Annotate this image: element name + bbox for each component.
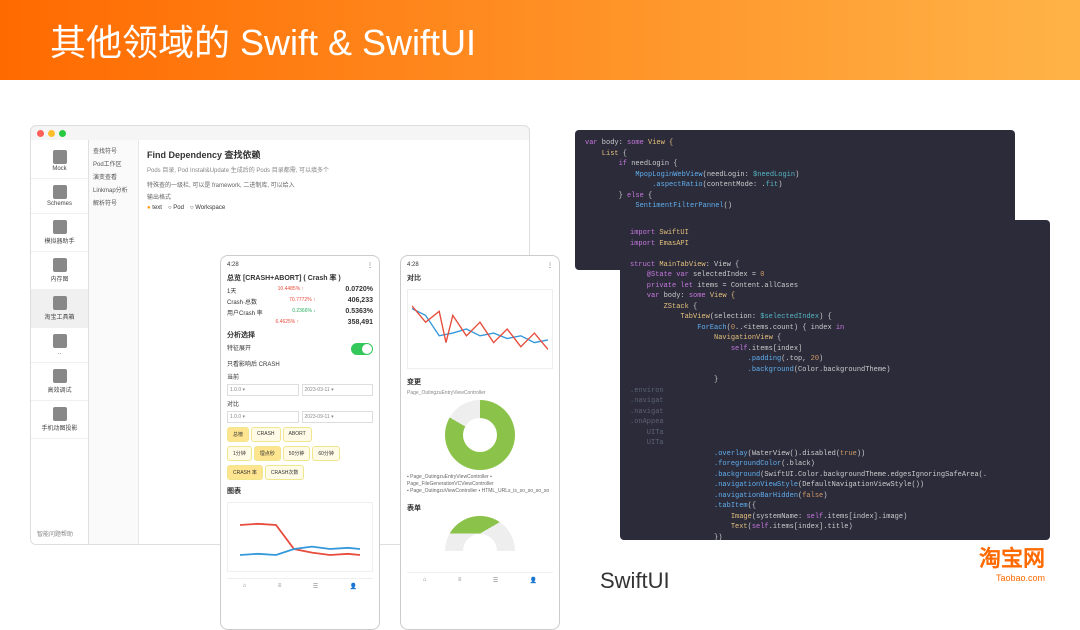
tab-icon[interactable]: ⌂ [423,577,427,584]
slide-title: 其他领域的 Swift & SwiftUI [50,14,476,66]
radio-option[interactable]: text [147,205,162,211]
stat-row: 用户Crash 率0.2366% ↓0.5363% [227,308,373,317]
toggle-switch[interactable] [351,343,373,355]
doc-label: 输出格式 [147,192,521,201]
filter-button[interactable]: 埋点秒 [254,446,281,461]
chart-title: 表单 [407,503,553,513]
doc-title: Find Dependency 查找依赖 [147,148,521,161]
filter-button[interactable]: 60分钟 [312,446,340,461]
chart-subtitle: Page_OutingzuEntryViewController [407,390,553,396]
donut-chart [445,400,515,470]
section-title: 分析选择 [227,330,373,340]
card-title: 总览 [CRASH+ABORT] ( Crash 率 ) [227,273,373,283]
wifi-icon: ⋮ [547,262,553,269]
submenu-item[interactable]: 演变查看 [93,170,134,183]
tab-icon[interactable]: ≡ [278,583,282,590]
toggle-row: 特征展开 [227,343,373,355]
doc-subtitle: Pods 目录, Pod Install&Update 生成后的 Pods 目录… [147,165,521,174]
sidebar-item[interactable]: 模拟器助手 [31,214,88,252]
status-bar: 4:28⋮ [227,262,373,269]
tab-bar: ⌂ ≡ ☰ 👤 [227,578,373,590]
sidebar-item[interactable]: 内存图 [31,252,88,290]
blur-icon [53,334,67,348]
sidebar-item[interactable]: Mock [31,144,88,179]
legend-list: ▪ Page_OutingzuEntryViewController ▪ Pag… [407,474,553,495]
brand-en: Taobao.com [979,573,1045,583]
sidebar-footer[interactable]: 智能问题帮助 [31,523,88,544]
mirror-icon [53,407,67,421]
code-editor-2: import SwiftUI import EmasAPI struct Mai… [620,220,1050,540]
radio-option[interactable]: Workspace [190,205,225,211]
filter-button[interactable]: 50分钟 [283,446,311,461]
stats-list: 1天10.4485% ↑0.0720% Crash·总数70.7772% ↑40… [227,286,373,326]
chart-title: 变更 [407,377,553,387]
select-box[interactable]: 1.0.0 ▾ [227,384,299,396]
submenu-item[interactable]: 查找符号 [93,144,134,157]
sidebar-item[interactable]: Schemes [31,179,88,214]
arc-chart [407,516,553,566]
simulator-icon [53,220,67,234]
slide-header: 其他领域的 Swift & SwiftUI [0,0,1080,80]
caption: SwiftUI [600,568,670,594]
mock-icon [53,150,67,164]
tab-icon[interactable]: ☰ [313,583,318,590]
debug-icon [53,369,67,383]
sidebar-item[interactable]: 高效调试 [31,363,88,401]
tab-icon[interactable]: 👤 [350,583,357,590]
minimize-icon[interactable] [48,130,55,137]
label: 当前 [227,372,373,381]
tab-bar: ⌂ ≡ ☰ 👤 [407,572,553,584]
phone-mockup-2: 4:28⋮ 对比 变更 Page_OutingzuEntryViewContro… [400,255,560,630]
brand-logo: 淘宝网 Taobao.com [979,541,1045,583]
filter-button[interactable]: 总榜 [227,427,249,442]
slide-content: Mock Schemes 模拟器助手 内存图 淘宝工具箱 .. 高效调试 手机动… [0,80,1080,608]
sidebar-item[interactable]: .. [31,328,88,363]
filter-button[interactable]: CRASH 率 [227,465,263,480]
sidebar-item[interactable]: 手机动图投影 [31,401,88,439]
tab-icon[interactable]: ≡ [458,577,462,584]
chart-title: 对比 [407,273,553,283]
status-bar: 4:28⋮ [407,262,553,269]
button-group: 总榜 CRASH ABORT [227,427,373,442]
tab-icon[interactable]: ⌂ [243,583,247,590]
radio-option[interactable]: Pod [168,205,184,211]
stat-row: Crash·总数70.7772% ↑406,233 [227,297,373,306]
chart-title: 图表 [227,486,373,496]
select-box[interactable]: 2023-09-11 ▾ [302,411,374,423]
toolbox-icon [53,296,67,310]
scatter-chart [407,289,553,369]
memory-icon [53,258,67,272]
zoom-icon[interactable] [59,130,66,137]
line-chart [227,502,373,572]
submenu: 查找符号 Pod工作区 演变查看 Linkmap分析 解析符号 [89,140,139,544]
label: 对比 [227,399,373,408]
phone-mockup-1: 4:28⋮ 总览 [CRASH+ABORT] ( Crash 率 ) 1天10.… [220,255,380,630]
radio-group: text Pod Workspace [147,205,521,211]
submenu-item[interactable]: Linkmap分析 [93,183,134,196]
section-title: 只看影响后 CRASH [227,359,373,368]
sidebar-item[interactable]: 淘宝工具箱 [31,290,88,328]
stat-row: 1天10.4485% ↑0.0720% [227,286,373,295]
wifi-icon: ⋮ [367,262,373,269]
filter-button[interactable]: CRASH [251,427,281,442]
stat-row: 6.4625% ↑358,491 [227,319,373,326]
select-box[interactable]: 1.0.0 ▾ [227,411,299,423]
schemes-icon [53,185,67,199]
tab-icon[interactable]: 👤 [530,577,537,584]
button-group: CRASH 率 CRASH次数 [227,465,373,480]
app-sidebar: Mock Schemes 模拟器助手 内存图 淘宝工具箱 .. 高效调试 手机动… [31,140,89,544]
tab-icon[interactable]: ☰ [493,577,498,584]
doc-line: 特殊查的一级栏, 可以是 framework, 二进制库, 可以给入 [147,180,521,189]
filter-button[interactable]: ABORT [283,427,312,442]
submenu-item[interactable]: 解析符号 [93,196,134,209]
window-titlebar [31,126,529,140]
select-box[interactable]: 2023-03-11 ▾ [302,384,374,396]
submenu-item[interactable]: Pod工作区 [93,157,134,170]
filter-button[interactable]: 1分钟 [227,446,252,461]
filter-button[interactable]: CRASH次数 [265,465,305,480]
button-group: 1分钟 埋点秒 50分钟 60分钟 [227,446,373,461]
close-icon[interactable] [37,130,44,137]
brand-cn: 淘宝网 [979,541,1045,573]
